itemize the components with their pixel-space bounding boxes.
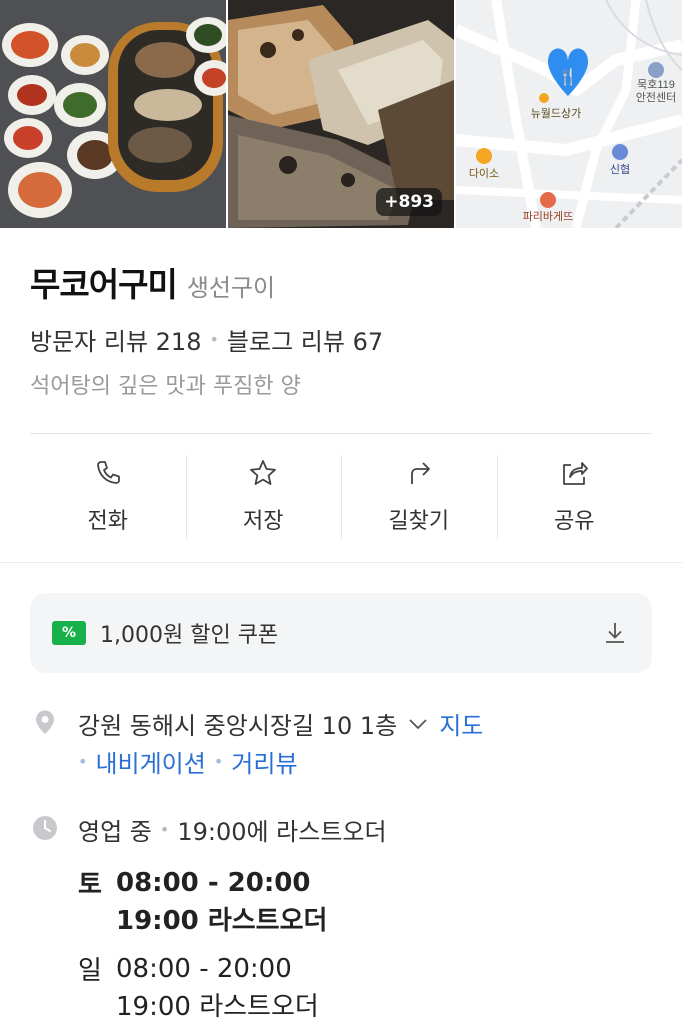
map-link[interactable]: 지도 (439, 706, 483, 741)
directions-button[interactable]: 길찾기 (341, 455, 497, 541)
visitor-reviews-link[interactable]: 방문자 리뷰 218 (30, 322, 201, 357)
coupon-banner[interactable]: % 1,000원 할인 쿠폰 (30, 593, 652, 673)
coupon-label: 1,000원 할인 쿠폰 (100, 623, 279, 648)
svg-text:파리바게뜨: 파리바게뜨 (523, 210, 574, 223)
place-category: 생선구이 (186, 274, 276, 302)
call-button[interactable]: 전화 (30, 455, 186, 541)
chevron-down-icon[interactable] (407, 717, 429, 731)
svg-text:신협: 신협 (610, 163, 630, 176)
place-tagline: 석어탕의 깊은 맛과 푸짐한 양 (30, 374, 301, 399)
hours-row-saturday: 토 08:00 - 20:00 19:00 라스트오더 (78, 864, 327, 940)
place-name: 무코어구미 (30, 265, 178, 304)
directions-icon (410, 462, 430, 484)
open-hours: 08:00 - 20:00 (116, 954, 292, 984)
last-order: 19:00 라스트오더 (116, 906, 328, 936)
separator-dot: • (213, 752, 224, 771)
open-status: 영업 중 (78, 818, 152, 846)
open-hours: 08:00 - 20:00 (116, 868, 311, 898)
svg-text:🍴: 🍴 (558, 67, 578, 86)
navigation-link[interactable]: 내비게이션 (95, 744, 205, 779)
svg-text:안전센터: 안전센터 (636, 91, 676, 104)
star-icon (250, 460, 277, 485)
photo-strip: +893 🍴 뉴월드상가 묵호119 안전센터 다이소 신협 파리바게뜨 (0, 0, 682, 228)
clock-icon (33, 816, 57, 840)
action-bar: 전화 저장 길찾기 공유 (30, 455, 652, 541)
review-row: 방문자 리뷰 218 • 블로그 리뷰 67 (30, 322, 383, 357)
phone-icon (96, 461, 120, 484)
address-text: 강원 동해시 중앙시장길 10 1층 (78, 712, 398, 740)
photo-count-badge: +893 (376, 188, 442, 216)
download-icon[interactable] (600, 618, 630, 648)
hours-list: 토 08:00 - 20:00 19:00 라스트오더 일 08:00 - 20… (78, 864, 327, 1024)
address-line: 강원 동해시 중앙시장길 10 1층 지도 (78, 706, 483, 741)
day-label: 토 (78, 870, 102, 900)
save-label: 저장 (243, 509, 284, 534)
location-pin-icon (36, 710, 54, 734)
blog-reviews-link[interactable]: 블로그 리뷰 67 (227, 322, 383, 357)
directions-label: 길찾기 (388, 509, 450, 534)
section-divider (0, 562, 682, 563)
share-icon (563, 462, 589, 485)
day-label: 일 (78, 956, 102, 986)
title-row: 무코어구미 생선구이 (30, 258, 275, 306)
mini-map[interactable]: 🍴 뉴월드상가 묵호119 안전센터 다이소 신협 파리바게뜨 (456, 0, 682, 228)
last-order-note: 19:00에 라스트오더 (177, 818, 387, 846)
hours-summary[interactable]: 영업 중 • 19:00에 라스트오더 (78, 812, 387, 847)
separator-dot: • (159, 820, 170, 839)
photo-food-table[interactable] (0, 0, 226, 228)
separator-dot: • (78, 752, 88, 771)
svg-text:뉴월드상가: 뉴월드상가 (531, 107, 582, 120)
coupon-ticket-icon: % (52, 621, 86, 645)
last-order: 19:00 라스트오더 (116, 992, 319, 1022)
share-label: 공유 (554, 509, 595, 534)
address-links: • 내비게이션 • 거리뷰 (78, 744, 298, 779)
call-label: 전화 (87, 509, 128, 534)
food-table-image (0, 0, 226, 228)
divider (30, 433, 652, 434)
street-view-link[interactable]: 거리뷰 (231, 744, 297, 779)
share-button[interactable]: 공유 (496, 455, 653, 541)
photo-grilled-fish[interactable]: +893 (228, 0, 454, 228)
svg-text:묵호119: 묵호119 (637, 78, 675, 91)
separator-dot: • (209, 330, 219, 349)
svg-text:다이소: 다이소 (469, 167, 499, 180)
save-button[interactable]: 저장 (185, 455, 342, 541)
hours-row-sunday: 일 08:00 - 20:00 19:00 라스트오더 (78, 950, 327, 1024)
mini-map-image: 🍴 뉴월드상가 묵호119 안전센터 다이소 신협 파리바게뜨 (456, 0, 682, 228)
